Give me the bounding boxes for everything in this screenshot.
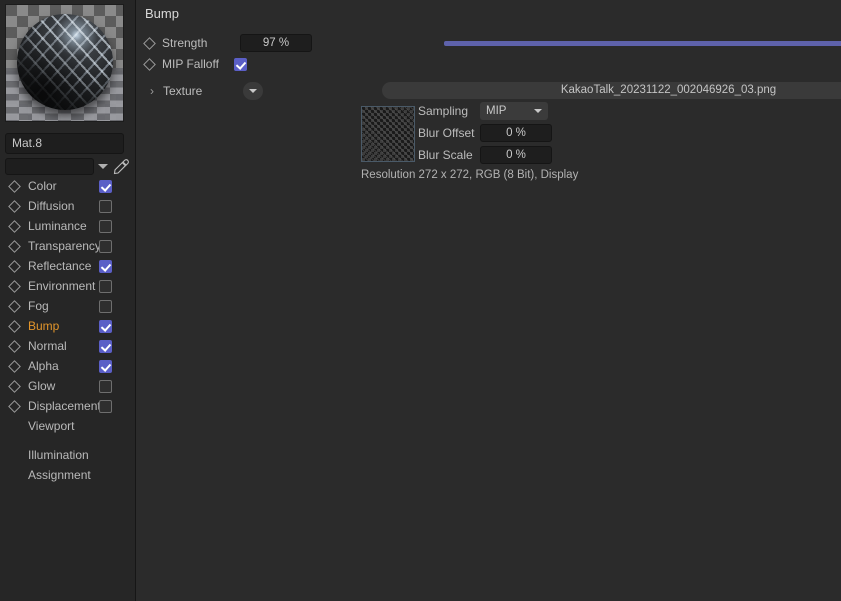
preview-sphere-shape [17, 14, 113, 110]
diamond-icon [143, 57, 156, 71]
sampling-label: Sampling [418, 104, 469, 118]
chevron-down-icon[interactable] [98, 164, 108, 169]
channel-checkbox[interactable] [99, 260, 112, 273]
texture-path-field[interactable]: KakaoTalk_20231122_002046926_03.png [382, 82, 841, 99]
channel-properties-panel: Bump Strength 97 % MIP Falloff › Texture [137, 0, 841, 601]
material-editor-window: Mat.8 Color Diffusion Luminance Transparenc… [0, 0, 841, 601]
strength-input[interactable]: 97 % [240, 34, 312, 52]
channel-checkbox[interactable] [99, 380, 112, 393]
sidebar-item-assignment[interactable]: Assignment [0, 465, 136, 485]
diamond-icon [8, 219, 21, 233]
sidebar-item-illumination[interactable]: Illumination [0, 445, 136, 465]
channel-checkbox[interactable] [99, 320, 112, 333]
texture-row: › Texture [145, 81, 263, 101]
diamond-icon [8, 339, 21, 353]
color-swatch[interactable] [5, 158, 94, 175]
channel-item-alpha[interactable]: Alpha [0, 356, 136, 376]
blur-scale-row: Blur Scale 0 % [418, 145, 552, 165]
strength-label: Strength [162, 36, 208, 50]
channel-list: Color Diffusion Luminance Transparency Refle… [0, 176, 136, 485]
channel-label: Reflectance [28, 259, 92, 273]
channel-label: Displacement [28, 399, 101, 413]
channel-item-color[interactable]: Color [0, 176, 136, 196]
diamond-icon [8, 199, 21, 213]
texture-label: Texture [163, 84, 203, 98]
strength-row: Strength 97 % [143, 33, 312, 53]
diamond-icon [8, 239, 21, 253]
blur-offset-row: Blur Offset 0 % [418, 123, 552, 143]
blur-scale-label: Blur Scale [418, 148, 473, 162]
channel-checkbox[interactable] [99, 220, 112, 233]
sampling-value: MIP [486, 105, 507, 117]
material-preview-sphere[interactable] [5, 4, 124, 122]
diamond-icon [8, 279, 21, 293]
material-color-row [5, 157, 130, 176]
channel-label: Fog [28, 299, 49, 313]
channel-item-bump[interactable]: Bump [0, 316, 136, 336]
channel-item-environment[interactable]: Environment [0, 276, 136, 296]
channel-checkbox[interactable] [99, 240, 112, 253]
channel-label: Alpha [28, 359, 59, 373]
chevron-right-icon[interactable]: › [145, 84, 159, 98]
material-sidebar: Mat.8 Color Diffusion Luminance Transparenc… [0, 0, 136, 601]
diamond-icon [8, 399, 21, 413]
blur-scale-input[interactable]: 0 % [480, 146, 552, 164]
eyedropper-icon[interactable] [112, 158, 130, 176]
channel-checkbox[interactable] [99, 180, 112, 193]
channel-label: Bump [28, 319, 60, 333]
mip-falloff-checkbox[interactable] [234, 57, 253, 71]
channel-checkbox[interactable] [99, 300, 112, 313]
diamond-icon [143, 36, 156, 50]
blur-offset-input[interactable]: 0 % [480, 124, 552, 142]
diamond-icon [8, 319, 21, 333]
blur-offset-label: Blur Offset [418, 126, 475, 140]
channel-label: Glow [28, 379, 56, 393]
channel-label: Diffusion [28, 199, 75, 213]
resolution-info: Resolution 272 x 272, RGB (8 Bit), Displ… [361, 169, 579, 181]
texture-thumbnail[interactable] [361, 106, 415, 162]
slider-track[interactable] [444, 41, 841, 46]
channel-item-diffusion[interactable]: Diffusion [0, 196, 136, 216]
chevron-down-icon [249, 89, 257, 93]
diamond-icon [8, 179, 21, 193]
page-title: Bump [145, 6, 179, 21]
channel-checkbox[interactable] [99, 340, 112, 353]
channel-checkbox[interactable] [99, 360, 112, 373]
diamond-icon [8, 299, 21, 313]
channel-label: Luminance [28, 219, 87, 233]
texture-dropdown-button[interactable] [243, 82, 263, 100]
material-name-field[interactable]: Mat.8 [5, 133, 124, 154]
channel-item-luminance[interactable]: Luminance [0, 216, 136, 236]
channel-item-normal[interactable]: Normal [0, 336, 136, 356]
diamond-icon [8, 359, 21, 373]
channel-label: Environment [28, 279, 96, 293]
channel-item-glow[interactable]: Glow [0, 376, 136, 396]
channel-checkbox[interactable] [99, 200, 112, 213]
sidebar-item-viewport[interactable]: Viewport [0, 416, 136, 436]
channel-item-transparency[interactable]: Transparency [0, 236, 136, 256]
channel-label: Normal [28, 339, 67, 353]
strength-slider[interactable] [444, 41, 841, 46]
mip-falloff-label: MIP Falloff [162, 57, 219, 71]
sampling-row: Sampling MIP [418, 101, 548, 121]
channel-label: Transparency [28, 239, 101, 253]
channel-label: Color [28, 179, 57, 193]
mip-falloff-row: MIP Falloff [143, 54, 253, 74]
channel-checkbox[interactable] [99, 280, 112, 293]
chevron-down-icon [534, 109, 542, 113]
channel-item-displacement[interactable]: Displacement [0, 396, 136, 416]
channel-checkbox[interactable] [99, 400, 112, 413]
channel-item-fog[interactable]: Fog [0, 296, 136, 316]
channel-item-reflectance[interactable]: Reflectance [0, 256, 136, 276]
diamond-icon [8, 379, 21, 393]
sampling-dropdown[interactable]: MIP [480, 102, 548, 120]
diamond-icon [8, 259, 21, 273]
